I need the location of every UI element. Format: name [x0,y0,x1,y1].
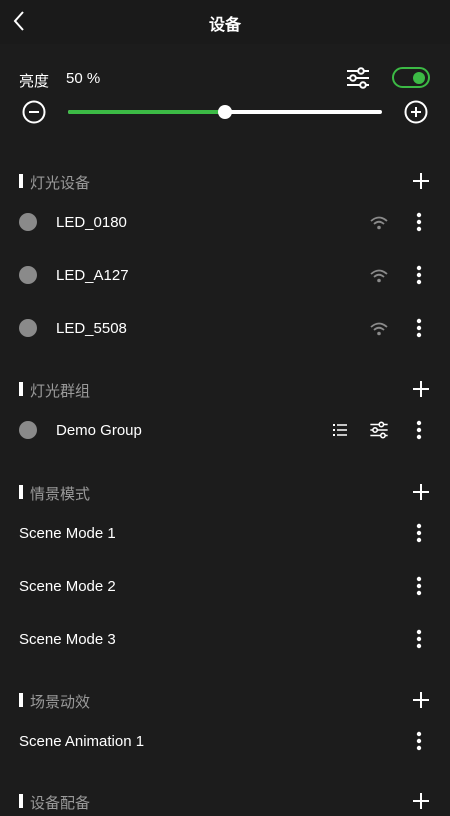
section-device-config: 设备配备 [0,786,450,816]
add-light-device-button[interactable] [410,170,432,192]
section-scene-modes: 情景模式 [0,477,450,507]
sliders-icon [368,420,390,440]
device-name: LED_0180 [56,214,127,231]
group-name: Demo Group [56,422,142,439]
list-item[interactable]: LED_5508 [0,308,450,348]
section-title: 灯光群组 [30,383,91,400]
plus-icon [410,689,432,711]
sliders-icon [344,66,372,90]
list-item[interactable]: LED_0180 [0,202,450,242]
brightness-increase-button[interactable] [404,100,428,124]
more-vertical-icon [410,210,428,234]
list-item[interactable]: Scene Mode 2 [0,566,450,606]
brightness-slider[interactable] [68,104,382,120]
page-title: 设备 [208,17,241,34]
plus-icon [410,481,432,503]
section-marker [19,174,23,188]
section-title: 场景动效 [30,694,91,711]
animation-name: Scene Animation 1 [19,733,145,750]
add-device-config-button[interactable] [410,790,432,812]
list-item[interactable]: Scene Mode 3 [0,619,450,659]
section-marker [19,485,23,499]
more-button[interactable] [410,210,428,234]
list-item[interactable]: LED_A127 [0,255,450,295]
app-header: 设备 [0,0,450,44]
more-button[interactable] [410,521,428,545]
group-list-button[interactable] [330,420,350,440]
brightness-value: 50 % [66,70,101,87]
more-button[interactable] [410,627,428,651]
plus-circle-icon [404,100,428,124]
device-name: LED_5508 [56,320,127,337]
brightness-label: 亮度 [19,73,50,90]
wifi-icon [369,268,389,284]
section-title: 设备配备 [30,795,91,812]
list-item[interactable]: Scene Animation 1 [0,721,450,761]
section-scene-animations: 场景动效 [0,685,450,715]
status-dot [19,319,37,337]
list-icon [333,424,347,436]
more-vertical-icon [410,316,428,340]
section-title: 情景模式 [30,486,91,503]
section-marker [19,382,23,396]
more-button[interactable] [410,574,428,598]
add-scene-animation-button[interactable] [410,689,432,711]
scene-name: Scene Mode 2 [19,578,116,595]
brightness-decrease-button[interactable] [22,100,46,124]
more-button[interactable] [410,729,428,753]
adjust-button[interactable] [344,66,372,90]
section-marker [19,794,23,808]
more-vertical-icon [410,263,428,287]
minus-circle-icon [22,100,46,124]
more-vertical-icon [410,521,428,545]
section-light-groups: 灯光群组 [0,374,450,404]
more-button[interactable] [410,316,428,340]
plus-icon [410,790,432,812]
more-vertical-icon [410,729,428,753]
slider-thumb[interactable] [218,105,232,119]
add-scene-mode-button[interactable] [410,481,432,503]
scene-name: Scene Mode 3 [19,631,116,648]
section-marker [19,693,23,707]
more-button[interactable] [410,418,428,442]
toggle-knob [413,71,425,84]
list-item[interactable]: Demo Group [0,410,450,450]
plus-icon [410,378,432,400]
slider-fill [68,110,225,114]
plus-icon [410,170,432,192]
section-title: 灯光设备 [30,175,91,192]
list-item[interactable]: Scene Mode 1 [0,513,450,553]
more-vertical-icon [410,418,428,442]
wifi-icon [369,215,389,231]
status-dot [19,266,37,284]
wifi-icon [369,321,389,337]
section-light-devices: 灯光设备 [0,166,450,196]
status-dot [19,213,37,231]
more-button[interactable] [410,263,428,287]
add-light-group-button[interactable] [410,378,432,400]
more-vertical-icon [410,627,428,651]
status-dot [19,421,37,439]
scene-name: Scene Mode 1 [19,525,116,542]
more-vertical-icon [410,574,428,598]
brightness-toggle[interactable] [392,67,430,88]
group-adjust-button[interactable] [368,420,390,440]
device-name: LED_A127 [56,267,129,284]
